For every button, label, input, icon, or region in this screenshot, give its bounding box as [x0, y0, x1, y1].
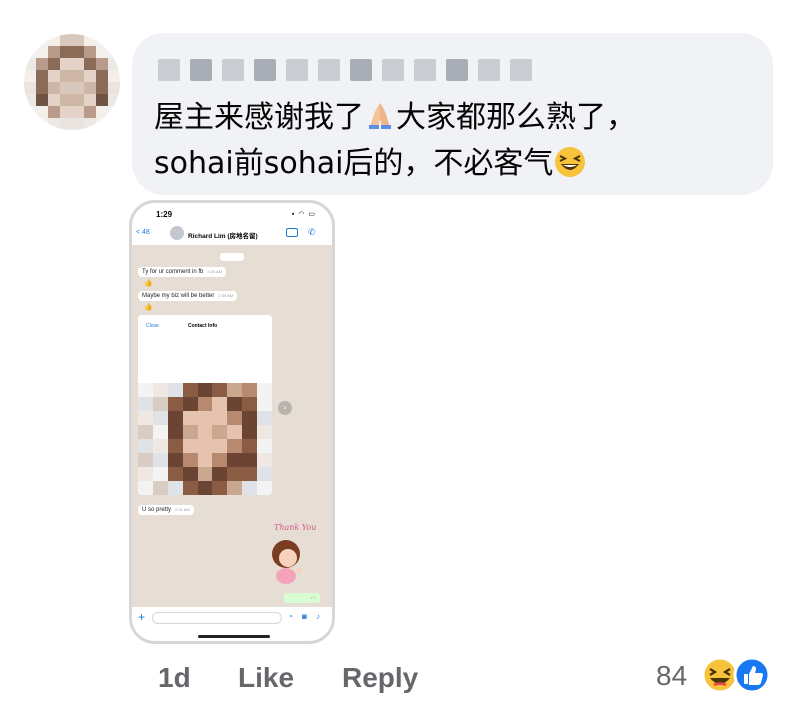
comment-text-line2: sohai前sohai后的，不必客气: [154, 146, 554, 181]
back-button: < 48: [136, 229, 150, 236]
reaction-count[interactable]: 84: [656, 660, 687, 692]
forward-icon: ›: [278, 401, 292, 415]
haha-reaction-icon: [701, 656, 739, 694]
chat-input-bar: + ◔ ◙ ♪: [132, 607, 332, 629]
laughing-face-icon: [555, 147, 586, 177]
thumbs-up-icon: 👍: [144, 279, 153, 287]
chat-message-text: Ty for ur comment in fb: [142, 269, 204, 275]
blurred-profile-photo: [138, 383, 272, 495]
plus-icon: +: [138, 610, 146, 624]
commenter-avatar[interactable]: [24, 34, 120, 130]
reply-button[interactable]: Reply: [342, 662, 418, 694]
like-button[interactable]: Like: [238, 662, 294, 694]
comment-bubble: Yee Ting 屋主来感谢我了 大家都那么熟了， sohai前sohai后的，…: [132, 33, 773, 195]
like-reaction-icon: [733, 656, 771, 694]
folded-hands-icon: [369, 103, 391, 129]
contact-info-card: Close Contact Info: [138, 315, 272, 495]
chat-message: Ty for ur comment in fb 2:29 AM: [138, 267, 227, 277]
card-close-label: Close: [146, 323, 159, 329]
signal-wifi-battery-icon: ▪︎ ◠ ▭: [291, 211, 316, 218]
comment-text-line1b: 大家都那么熟了，: [396, 100, 636, 135]
sticker-text: Thank You: [274, 523, 316, 532]
date-chip: [220, 253, 244, 261]
phone-call-icon: ✆: [308, 227, 316, 237]
video-call-icon: [286, 228, 298, 237]
comment-text: 屋主来感谢我了 大家都那么熟了， sohai前sohai后的，不必客气: [154, 95, 636, 187]
sticker-icon: ◔: [288, 612, 293, 621]
camera-icon: ◙: [302, 612, 307, 621]
microphone-icon: ♪: [316, 612, 320, 621]
contact-avatar: [170, 226, 184, 240]
thank-you-sticker: Thank You: [272, 523, 316, 584]
home-indicator: [198, 635, 270, 638]
chat-message-text: Maybe my biz will be better: [142, 293, 215, 299]
author-name-blurred[interactable]: Yee Ting: [158, 55, 532, 85]
chat-message-text: U so pretty: [142, 507, 172, 513]
reactions-summary[interactable]: [700, 652, 780, 698]
thumbs-up-icon: 👍: [144, 303, 153, 311]
author-name: Yee Ting: [158, 55, 159, 56]
contact-name: Richard Lim (房地名留): [188, 233, 258, 240]
chat-header: < 48 Richard Lim (房地名留) ✆: [132, 223, 332, 245]
status-bar: 1:29 ▪︎ ◠ ▭: [132, 203, 332, 223]
sent-message-chip: ✓✓: [284, 593, 320, 603]
chat-message: Maybe my biz will be better 2:30 AM: [138, 291, 238, 301]
card-title: Contact Info: [188, 323, 218, 329]
comment-text-line1: 屋主来感谢我了: [154, 100, 364, 135]
chat-background: Ty for ur comment in fb 2:29 AM 👍 Maybe m…: [132, 245, 332, 607]
status-time: 1:29: [156, 210, 173, 219]
comment-timestamp[interactable]: 1d: [158, 662, 191, 694]
chat-screenshot-image[interactable]: 1:29 ▪︎ ◠ ▭ < 48 Richard Lim (房地名留) ✆ Ty…: [129, 200, 335, 644]
chat-message: U so pretty 2:31 AM: [138, 505, 194, 515]
chat-input-field: [152, 612, 282, 624]
